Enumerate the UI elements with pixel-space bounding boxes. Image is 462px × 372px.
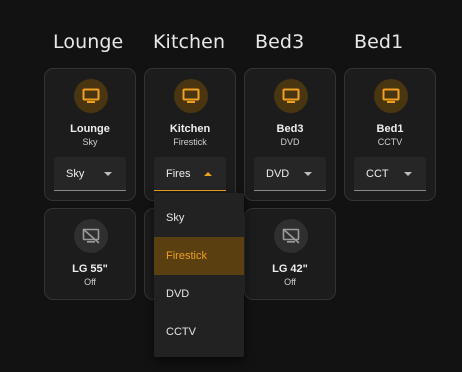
room-card-lounge: Lounge Sky Sky (44, 68, 136, 201)
room-heading-lounge: Lounge (53, 31, 124, 53)
room-heading-bed1: Bed1 (354, 31, 404, 53)
select-value: Sky (66, 168, 85, 180)
menu-item-cctv[interactable]: CCTV (154, 313, 244, 351)
room-source: Sky (82, 137, 98, 147)
tv-icon[interactable] (174, 79, 208, 113)
tv-state: Off (284, 277, 296, 287)
source-select-bed3[interactable]: DVD (254, 157, 326, 191)
tv-name: LG 55" (72, 263, 108, 275)
room-name: Bed3 (276, 123, 304, 135)
dropdown-arrow-icon (204, 172, 212, 176)
source-select-bed1[interactable]: CCT (354, 157, 426, 191)
tv-icon[interactable] (74, 79, 108, 113)
room-heading-bed3: Bed3 (255, 31, 305, 53)
room-card-kitchen: Kitchen Firestick Fires (144, 68, 236, 201)
tv-off-icon[interactable] (74, 219, 108, 253)
tv-icon[interactable] (274, 79, 308, 113)
room-source: DVD (280, 137, 300, 147)
tv-icon[interactable] (374, 79, 408, 113)
menu-item-dvd[interactable]: DVD (154, 275, 244, 313)
room-name: Kitchen (169, 123, 211, 135)
menu-item-sky[interactable]: Sky (154, 199, 244, 237)
select-value: DVD (266, 168, 290, 180)
source-dropdown-menu: Sky Firestick DVD CCTV (154, 193, 244, 357)
room-source: CCTV (377, 137, 403, 147)
room-heading-kitchen: Kitchen (153, 31, 226, 53)
tv-card-lg42[interactable]: LG 42" Off (244, 208, 336, 300)
tv-state: Off (84, 277, 96, 287)
room-name: Lounge (70, 123, 110, 135)
dropdown-arrow-icon (104, 172, 112, 176)
select-value: CCT (366, 168, 389, 180)
dropdown-arrow-icon (404, 172, 412, 176)
tv-card-lg55[interactable]: LG 55" Off (44, 208, 136, 300)
tv-name: LG 42" (272, 263, 308, 275)
room-name: Bed1 (376, 123, 404, 135)
tv-off-icon[interactable] (274, 219, 308, 253)
room-card-bed3: Bed3 DVD DVD (244, 68, 336, 201)
source-select-lounge[interactable]: Sky (54, 157, 126, 191)
room-source: Firestick (173, 137, 207, 147)
source-select-kitchen[interactable]: Fires (154, 157, 226, 191)
select-value: Fires (166, 168, 191, 180)
room-card-bed1: Bed1 CCTV CCT (344, 68, 436, 201)
dropdown-arrow-icon (304, 172, 312, 176)
menu-item-firestick[interactable]: Firestick (154, 237, 244, 275)
